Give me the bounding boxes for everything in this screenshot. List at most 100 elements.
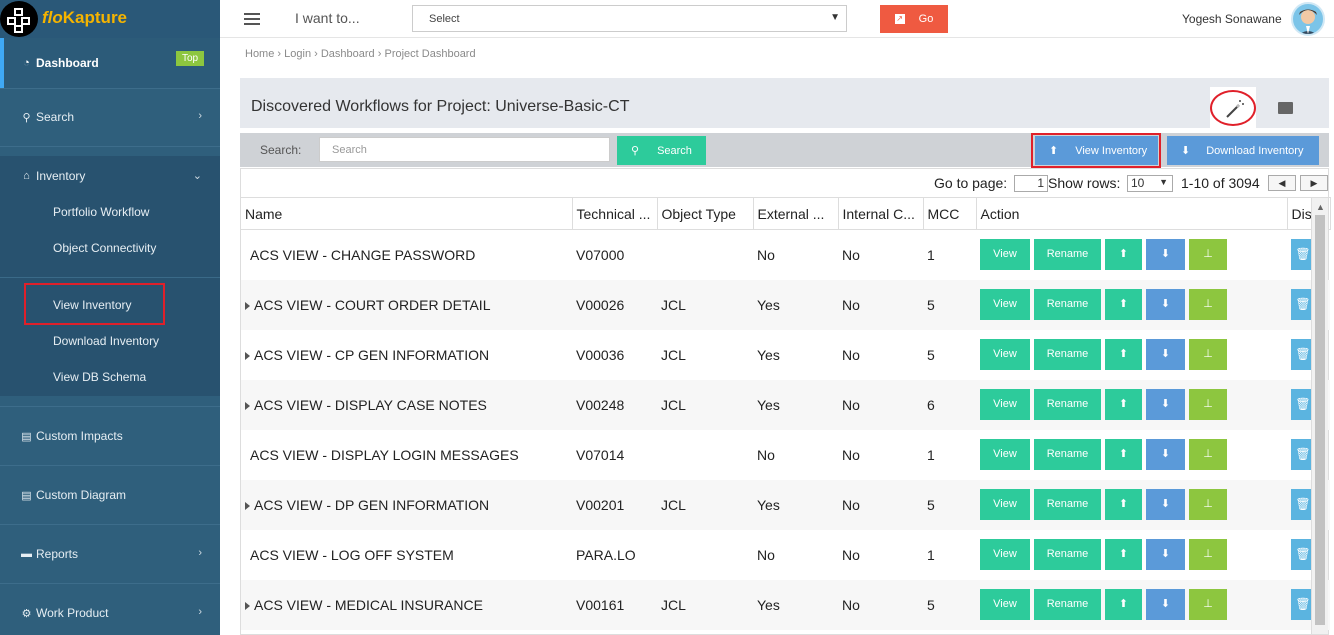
table-row[interactable]: ACS VIEW - COURT ORDER DETAIL V00026 JCL Ye… [241, 279, 1330, 330]
scroll-up-icon[interactable]: ▲ [1316, 202, 1325, 212]
cell-technical: V00201 [572, 479, 657, 530]
scrollbar-thumb[interactable] [1315, 215, 1325, 625]
sitemap-icon: ⊥ [1203, 498, 1213, 510]
rename-button[interactable]: Rename [1034, 489, 1101, 520]
download-button[interactable]: ⬇ [1146, 289, 1185, 320]
cell-mcc: 5 [923, 579, 976, 630]
column-header-technical[interactable]: Technical ... [572, 197, 658, 230]
download-button[interactable]: ⬇ [1146, 539, 1185, 570]
search-input[interactable]: Search [319, 137, 610, 162]
view-button[interactable]: View [980, 289, 1030, 320]
download-button[interactable]: ⬇ [1146, 389, 1185, 420]
view-button[interactable]: View [980, 489, 1030, 520]
download-button[interactable]: ⬇ [1146, 339, 1185, 370]
search-button[interactable]: ⚲ Search [617, 136, 706, 165]
tree-button[interactable]: ⊥ [1189, 389, 1227, 420]
table-row[interactable]: ACS VIEW - DISPLAY LOGIN MESSAGES V07014 N… [241, 430, 1330, 480]
column-header-internal[interactable]: Internal C... [838, 197, 924, 230]
table-row[interactable]: ACS VIEW - MEDICAL INSURANCE V00161 JCL Yes… [241, 579, 1330, 630]
trash-icon: 🗑 [1295, 297, 1311, 311]
download-icon: ⬇ [1160, 548, 1171, 560]
upload-button[interactable]: ⬆ [1105, 489, 1142, 520]
upload-button[interactable]: ⬆ [1105, 589, 1142, 620]
hamburger-menu-icon[interactable] [244, 13, 260, 25]
table-row[interactable]: ACS VIEW - DP GEN INFORMATION V00201 JCL Ye… [241, 479, 1330, 530]
upload-button[interactable]: ⬆ [1105, 439, 1142, 470]
next-page-button[interactable]: ▶ [1300, 175, 1328, 191]
rename-button[interactable]: Rename [1034, 239, 1101, 271]
upload-button[interactable]: ⬆ [1105, 389, 1142, 420]
upload-button[interactable]: ⬆ [1105, 339, 1142, 370]
view-button[interactable]: View [980, 339, 1030, 370]
go-button[interactable]: ↗ Go [880, 5, 948, 33]
sidebar-item-object-connectivity[interactable]: Object Connectivity [53, 241, 156, 255]
user-name[interactable]: Yogesh Sonawane [1182, 12, 1282, 26]
rows-per-page-select[interactable]: 10 ▼ [1127, 175, 1173, 192]
rename-button[interactable]: Rename [1034, 289, 1101, 320]
download-inventory-button[interactable]: ⬇ Download Inventory [1167, 136, 1319, 165]
view-button[interactable]: View [980, 539, 1030, 570]
sidebar-item-view-db-schema[interactable]: View DB Schema [53, 370, 146, 384]
view-button[interactable]: View [980, 239, 1030, 271]
sidebar-item-label: Custom Diagram [36, 488, 127, 502]
expand-caret-icon[interactable] [245, 601, 250, 610]
tree-button[interactable]: ⊥ [1189, 489, 1227, 520]
sidebar-item-reports[interactable]: ▬ Reports › [0, 525, 220, 583]
rename-button[interactable]: Rename [1034, 439, 1101, 470]
tree-button[interactable]: ⊥ [1189, 439, 1227, 470]
view-button[interactable]: View [980, 389, 1030, 420]
rename-button[interactable]: Rename [1034, 389, 1101, 420]
avatar[interactable] [1291, 2, 1325, 36]
sitemap-icon: ⊥ [1203, 398, 1213, 410]
sidebar-item-download-inventory[interactable]: Download Inventory [53, 334, 159, 348]
download-button[interactable]: ⬇ [1146, 489, 1185, 520]
tree-button[interactable]: ⊥ [1189, 239, 1227, 271]
sidebar-item-inventory[interactable]: ⌂ Inventory ⌄ [0, 147, 220, 205]
column-header-mcc[interactable]: MCC [923, 197, 977, 230]
sidebar-item-dashboard[interactable]: ◔ Dashboard Top [0, 38, 220, 88]
sidebar-item-search[interactable]: ⚲ Search › [0, 88, 220, 146]
breadcrumb-home[interactable]: Home [245, 48, 274, 60]
upload-button[interactable]: ⬆ [1105, 289, 1142, 320]
sidebar-item-custom-diagram[interactable]: ▤ Custom Diagram [0, 466, 220, 524]
workflow-name: ACS VIEW - MEDICAL INSURANCE [254, 596, 483, 613]
tree-button[interactable]: ⊥ [1189, 589, 1227, 620]
sidebar-item-work-product[interactable]: ⚙ Work Product › [0, 584, 220, 635]
column-header-name[interactable]: Name [241, 197, 573, 230]
view-button[interactable]: View [980, 439, 1030, 470]
expand-caret-icon[interactable] [245, 401, 250, 410]
sidebar-item-portfolio-workflow[interactable]: Portfolio Workflow [53, 205, 149, 219]
column-header-external[interactable]: External ... [753, 197, 839, 230]
download-button[interactable]: ⬇ [1146, 239, 1185, 271]
column-header-object-type[interactable]: Object Type [657, 197, 754, 230]
breadcrumb-separator: › [314, 48, 321, 60]
expand-caret-icon[interactable] [245, 301, 250, 310]
table-row[interactable]: ACS VIEW - CHANGE PASSWORD V07000 No No 1 Vie… [241, 230, 1330, 280]
goto-page-input[interactable]: 1 [1014, 175, 1048, 192]
action-select[interactable]: Select ▼ [412, 5, 847, 32]
rename-button[interactable]: Rename [1034, 539, 1101, 570]
tree-button[interactable]: ⊥ [1189, 339, 1227, 370]
breadcrumb-login[interactable]: Login [284, 48, 311, 60]
expand-caret-icon[interactable] [245, 351, 250, 360]
table-row[interactable]: ACS VIEW - CP GEN INFORMATION V00036 JCL Ye… [241, 330, 1330, 380]
download-button[interactable]: ⬇ [1146, 589, 1185, 620]
view-button[interactable]: View [980, 589, 1030, 620]
trash-icon: 🗑 [1295, 397, 1311, 411]
table-row[interactable]: ACS VIEW - LOG OFF SYSTEM PARA.LO No No 1 Vie… [241, 530, 1330, 580]
rename-button[interactable]: Rename [1034, 339, 1101, 370]
download-button[interactable]: ⬇ [1146, 439, 1185, 470]
rename-button[interactable]: Rename [1034, 589, 1101, 620]
upload-button[interactable]: ⬆ [1105, 239, 1142, 271]
table-row[interactable]: ACS VIEW - DISPLAY CASE NOTES V00248 JCL Ye… [241, 379, 1330, 430]
breadcrumb-dashboard[interactable]: Dashboard [321, 48, 375, 60]
upload-button[interactable]: ⬆ [1105, 539, 1142, 570]
tree-button[interactable]: ⊥ [1189, 539, 1227, 570]
folder-icon[interactable] [1278, 102, 1293, 114]
expand-caret-icon[interactable] [245, 501, 250, 510]
prev-page-button[interactable]: ◀ [1268, 175, 1296, 191]
brand[interactable]: floKapture [0, 0, 220, 38]
sidebar-item-custom-impacts[interactable]: ▤ Custom Impacts [0, 407, 220, 465]
vertical-scrollbar[interactable]: ▲ [1311, 198, 1328, 634]
tree-button[interactable]: ⊥ [1189, 289, 1227, 320]
